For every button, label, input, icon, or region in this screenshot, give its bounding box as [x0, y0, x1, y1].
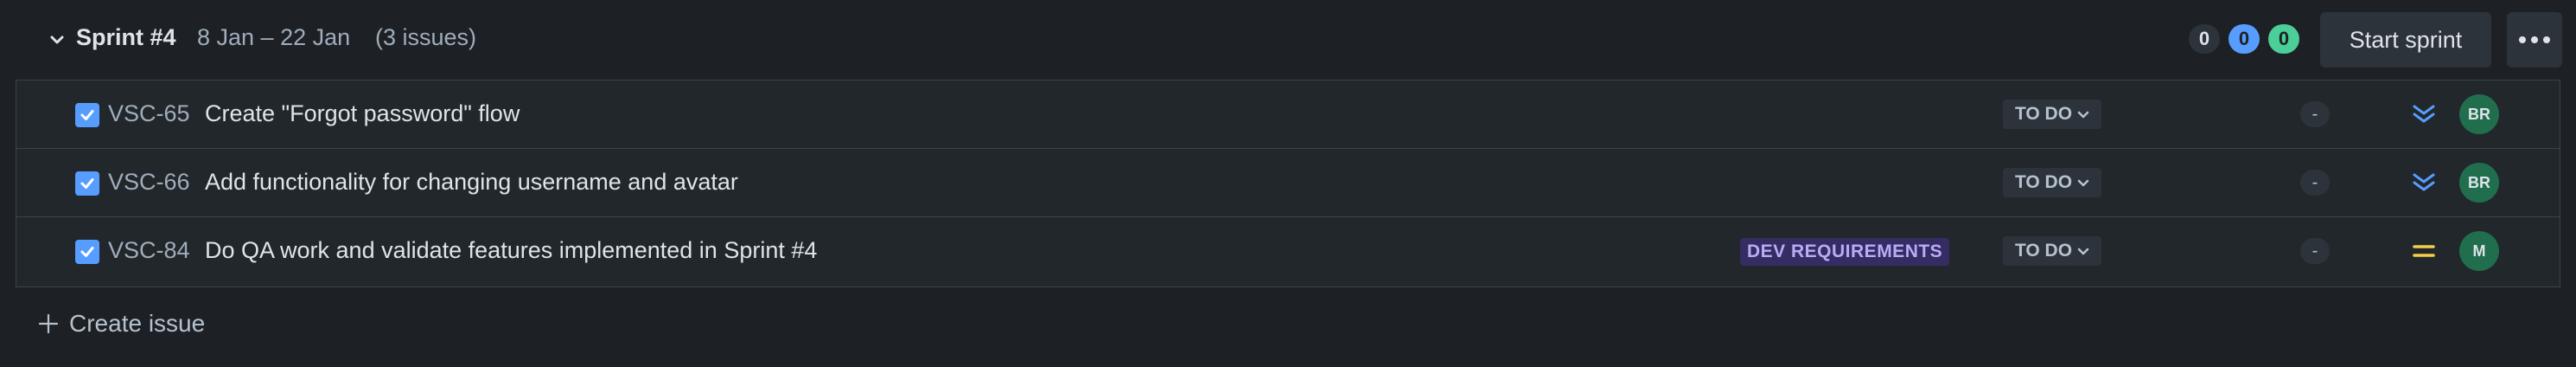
priority-medium-icon: [2409, 236, 2439, 266]
priority-lowest-icon: [2409, 168, 2439, 197]
sprint-title[interactable]: Sprint #4: [76, 24, 176, 51]
issue-summary[interactable]: Create "Forgot password" flow: [205, 100, 520, 127]
estimate-badge[interactable]: -: [2300, 238, 2330, 264]
avatar[interactable]: BR: [2459, 94, 2499, 134]
priority-lowest-icon: [2409, 100, 2439, 129]
status-dropdown[interactable]: TO DO: [2003, 236, 2101, 266]
issue-row[interactable]: VSC-66 Add functionality for changing us…: [16, 149, 2560, 217]
estimate-badge[interactable]: -: [2300, 101, 2330, 127]
issue-summary[interactable]: Do QA work and validate features impleme…: [205, 237, 817, 264]
avatar[interactable]: M: [2459, 231, 2499, 271]
more-icon: [2519, 36, 2550, 43]
sprint-dates: 8 Jan – 22 Jan: [197, 24, 351, 50]
status-label: TO DO: [2014, 104, 2073, 124]
plus-icon: [38, 313, 59, 334]
create-issue-label: Create issue: [69, 310, 206, 337]
issue-row[interactable]: VSC-65 Create "Forgot password" flow TO …: [16, 80, 2560, 149]
create-issue-button[interactable]: Create issue: [38, 306, 205, 341]
issue-key[interactable]: VSC-84: [108, 237, 190, 264]
task-icon: [75, 171, 99, 196]
start-sprint-button[interactable]: Start sprint: [2320, 12, 2491, 68]
issue-key[interactable]: VSC-65: [108, 100, 190, 127]
status-dropdown[interactable]: TO DO: [2003, 100, 2101, 129]
task-icon: [75, 103, 99, 127]
todo-points-badge: 0: [2189, 24, 2220, 54]
issue-list: VSC-65 Create "Forgot password" flow TO …: [16, 80, 2560, 287]
done-points-badge: 0: [2268, 24, 2299, 54]
chevron-down-icon: [2077, 111, 2089, 119]
task-icon: [75, 240, 99, 264]
issue-key[interactable]: VSC-66: [108, 169, 190, 196]
estimate-badge[interactable]: -: [2300, 170, 2330, 196]
status-dropdown[interactable]: TO DO: [2003, 168, 2101, 197]
more-actions-button[interactable]: [2507, 12, 2562, 68]
chevron-down-icon: [2077, 248, 2089, 255]
status-label: TO DO: [2014, 241, 2073, 261]
chevron-down-icon[interactable]: [45, 28, 69, 52]
issue-row[interactable]: VSC-84 Do QA work and validate features …: [16, 217, 2560, 287]
issue-summary[interactable]: Add functionality for changing username …: [205, 169, 738, 196]
avatar[interactable]: BR: [2459, 163, 2499, 203]
sprint-header: Sprint #4 8 Jan – 22 Jan (3 issues) 0 0 …: [0, 0, 2576, 80]
sprint-issue-count: (3 issues): [375, 24, 477, 50]
in-progress-points-badge: 0: [2228, 24, 2260, 54]
chevron-down-icon: [2077, 179, 2089, 187]
status-label: TO DO: [2014, 172, 2073, 192]
epic-label[interactable]: DEV REQUIREMENTS: [1740, 238, 1950, 266]
